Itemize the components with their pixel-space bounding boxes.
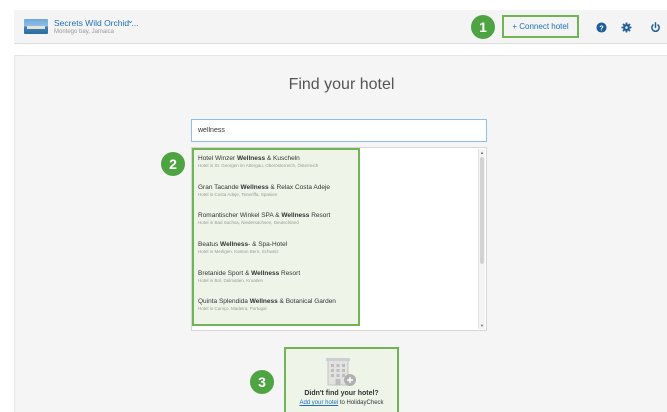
list-item-location: Hotel in Merligen, Kanton Bern, Schweiz — [198, 249, 279, 254]
list-item-location: Hotel in Caniço, Madeira, Portugal — [198, 306, 267, 311]
list-item[interactable]: Bretanide Sport & Wellness Resort Hotel … — [198, 270, 358, 283]
connect-hotel-button[interactable]: + Connect hotel — [502, 15, 579, 38]
list-item-location: Hotel in Bol, Dalmatien, Kroatien — [198, 278, 264, 283]
scroll-up-arrow-icon[interactable]: ▲ — [479, 149, 485, 156]
top-bar: Secrets Wild Orchid ... ⌄ Montego bay, J… — [14, 10, 667, 44]
scrollbar-thumb[interactable] — [480, 157, 484, 264]
page-title: Find your hotel — [288, 76, 395, 93]
add-hotel-card[interactable]: Didn't find your hotel? Add your hotel t… — [284, 347, 399, 412]
hotel-location: Montego bay, Jamaica — [54, 29, 114, 35]
step-badge-3: 3 — [250, 370, 274, 394]
list-item[interactable]: Hotel Winzer Wellness & Kuscheln Hotel i… — [198, 155, 358, 168]
list-item-location: Hotel in Costa Adeje, Teneriffa, Spanien — [198, 192, 278, 197]
step-badge-1: 1 — [471, 15, 495, 39]
chevron-down-icon[interactable]: ⌄ — [127, 16, 134, 25]
hotel-thumbnail[interactable] — [24, 19, 48, 34]
list-item-location: Hotel in Bad Sachsa, Niedersachsen, Deut… — [198, 220, 299, 225]
add-your-hotel-link[interactable]: Add your hotel — [299, 400, 338, 406]
help-icon[interactable]: ? — [595, 21, 607, 33]
list-item[interactable]: Beatus Wellness- & Spa-Hotel Hotel in Me… — [198, 241, 358, 254]
find-hotel-panel: Find your hotel 2 Hotel Winzer Wellness … — [14, 55, 667, 412]
svg-text:?: ? — [599, 23, 604, 32]
power-icon[interactable] — [649, 21, 661, 33]
list-item[interactable]: Gran Tacande Wellness & Relax Costa Adej… — [198, 184, 358, 197]
results-scrollbar[interactable]: ▲ ▼ — [478, 149, 485, 329]
list-item-location: Hotel in St. Georgen im Attergau, Oberös… — [198, 163, 319, 168]
add-hotel-title: Didn't find your hotel? — [304, 390, 379, 397]
step-badge-2: 2 — [161, 152, 185, 176]
search-results-list[interactable]: Hotel Winzer Wellness & Kuscheln Hotel i… — [191, 147, 487, 331]
list-item[interactable]: Quinta Splendida Wellness & Botanical Ga… — [198, 298, 358, 311]
list-item[interactable]: Romantischer Winkel SPA & Wellness Resor… — [198, 212, 358, 225]
building-icon — [326, 358, 356, 386]
gear-icon[interactable] — [620, 21, 632, 33]
scroll-down-arrow-icon[interactable]: ▼ — [479, 322, 485, 329]
hotel-search-input[interactable] — [191, 119, 487, 142]
add-hotel-text: Add your hotel to HolidayCheck — [299, 400, 384, 406]
hotel-name[interactable]: Secrets Wild Orchid ... — [54, 18, 139, 28]
